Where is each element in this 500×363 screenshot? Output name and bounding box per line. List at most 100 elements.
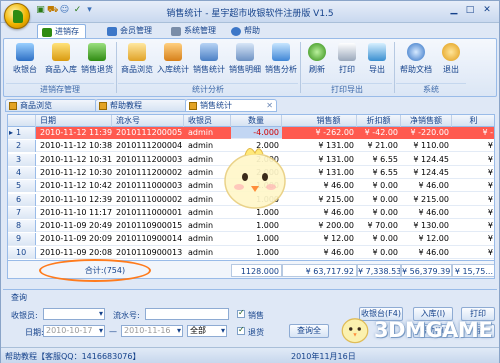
ribbon-label: 销售退货 [81, 65, 113, 74]
sales-stats-button[interactable]: 销售统计 [190, 41, 228, 81]
cell-sales: ¥ 215.00 [318, 194, 354, 204]
calendar-dropdown-icon[interactable]: ▾ [99, 326, 103, 336]
tab-system[interactable]: 系统管理 [167, 24, 222, 39]
app-logo[interactable] [4, 3, 30, 29]
ribbon-label: 商品入库 [45, 65, 77, 74]
cell-sales: ¥ 46.00 [323, 247, 354, 257]
export-button[interactable]: 导出 [362, 41, 392, 81]
table-row[interactable]: 9 2010-11-09 20:09:15 2010110900014 admin 1.… [8, 233, 494, 246]
doc-tab-product-browse[interactable]: 商品浏览 [5, 99, 97, 112]
row-number: 2 [8, 140, 36, 153]
cell-serial: 2010111000002 [116, 194, 183, 204]
ribbon-label: 销售分析 [265, 65, 297, 74]
cell-serial: 2010110900015 [116, 221, 183, 231]
close-icon[interactable]: ✕ [480, 4, 494, 17]
row-number: 1 [8, 127, 36, 139]
cell-profit: ¥ [487, 247, 493, 257]
sales-checkbox[interactable] [237, 308, 245, 318]
help-doc-icon [407, 43, 425, 61]
window-title: 销售统计 - 星宇超市收银软件注册版 V1.5 [166, 9, 334, 19]
cell-net: ¥ 215.00 [413, 194, 449, 204]
export-icon [368, 43, 386, 61]
cell-profit: ¥ [487, 221, 493, 231]
cashier-button[interactable]: 收银台 [6, 41, 44, 81]
row-number: 6 [8, 193, 36, 206]
cashier-select[interactable]: ▾ [43, 308, 105, 320]
refresh-button[interactable]: 刷新 [302, 41, 332, 81]
cell-date: 2010-11-09 20:08:53 [40, 247, 112, 257]
menu-tab-row: 进销存 会员管理 系统管理 帮助 [1, 23, 499, 39]
print-button[interactable]: 打印 [332, 41, 362, 81]
ribbon-label: 帮助文档 [400, 65, 432, 74]
cell-net: ¥ 110.00 [413, 141, 449, 151]
group-label-analysis: 统计分析 [118, 83, 298, 95]
stock-in-icon [52, 43, 70, 61]
cell-serial: 2010111000001 [116, 207, 183, 217]
table-row[interactable]: 8 2010-11-09 20:49:25 2010110900015 admin 1.… [8, 220, 494, 233]
cell-serial: 2010110900014 [116, 234, 183, 244]
return-checkbox[interactable] [237, 325, 245, 335]
query-button[interactable]: 查询全 [289, 324, 329, 338]
doc-tab-sales-stats[interactable]: 销售统计 ✕ [185, 99, 277, 112]
dropdown-arrow-icon: ▾ [98, 309, 103, 318]
cell-serial: 2010111200002 [116, 167, 183, 177]
tab-inventory[interactable]: 进销存 [37, 24, 86, 39]
date-to-input[interactable]: 2010-11-16 ▾ [121, 325, 183, 337]
ribbon-separator [116, 42, 117, 93]
cell-date: 2010-11-10 11:17:33 [40, 207, 112, 217]
close-tab-icon[interactable]: ✕ [266, 100, 273, 112]
table-row[interactable]: 10 2010-11-09 20:08:53 2010110900013 admin 1… [8, 246, 494, 259]
query-section-title: 查询 [11, 293, 27, 302]
product-browse-button[interactable]: 商品浏览 [118, 41, 156, 81]
members-tab-icon [107, 27, 117, 36]
inventory-tab-icon [42, 28, 52, 37]
cell-net: ¥ 124.45 [413, 154, 449, 164]
cell-date: 2010-11-12 11:39:31 [36, 127, 112, 139]
calendar-dropdown-icon[interactable]: ▾ [177, 326, 181, 336]
sales-return-button[interactable]: 销售退货 [78, 41, 116, 81]
group-label-inventory: 进销存管理 [6, 83, 114, 95]
stock-in-stats-button[interactable]: 入库统计 [154, 41, 192, 81]
column-header-sales[interactable]: 销售额 [301, 115, 357, 127]
cell-cashier: admin [188, 221, 214, 231]
column-header-date[interactable]: 日期 [36, 115, 112, 127]
cell-sales: ¥ 12.00 [323, 234, 354, 244]
cell-date: 2010-11-09 20:09:15 [40, 234, 112, 244]
exit-button[interactable]: 退出 [436, 41, 466, 81]
group-label-print-export: 打印导出 [302, 83, 392, 95]
help-doc-button[interactable]: 帮助文档 [396, 41, 436, 81]
tab-members[interactable]: 会员管理 [103, 24, 158, 39]
date-from-input[interactable]: 2010-10-17 ▾ [43, 325, 105, 337]
sales-detail-button[interactable]: 销售明细 [226, 41, 264, 81]
cell-date: 2010-11-12 10:30:44 [40, 167, 112, 177]
sales-analysis-button[interactable]: 销售分析 [262, 41, 300, 81]
stock-in-button[interactable]: 商品入库 [42, 41, 80, 81]
column-header-net[interactable]: 净销售额 [401, 115, 452, 127]
column-header-serial[interactable]: 流水号 [112, 115, 184, 127]
doc-tab-label: 商品浏览 [20, 101, 52, 110]
doc-tab-label: 销售统计 [200, 101, 232, 110]
maximize-icon[interactable]: □ [463, 4, 477, 17]
table-row[interactable]: 12010-11-12 11:39:312010111200005admin -4… [8, 127, 494, 140]
ribbon-label: 销售明细 [229, 65, 261, 74]
row-number: 4 [8, 166, 36, 179]
column-header-discount[interactable]: 折扣额 [357, 115, 401, 127]
sales-checkbox-label: 销售 [248, 311, 264, 320]
row-number: 3 [8, 153, 36, 166]
doc-tab-icon [9, 102, 17, 110]
serial-input[interactable] [145, 308, 229, 320]
cell-net: ¥ 46.00 [418, 207, 449, 217]
range-select[interactable]: 全部 ▾ [187, 325, 227, 337]
row-number: 5 [8, 180, 36, 193]
column-header-cashier[interactable]: 收银员 [184, 115, 231, 127]
tab-help[interactable]: 帮助 [227, 24, 266, 39]
column-header-profit[interactable]: 利 [452, 115, 494, 127]
ribbon-label: 商品浏览 [121, 65, 153, 74]
doc-tab-help-tutorial[interactable]: 帮助教程 [95, 99, 187, 112]
cell-net: ¥ 46.00 [418, 181, 449, 191]
column-header-qty[interactable]: 数量 [231, 115, 282, 127]
watermark-logo-icon [341, 318, 369, 344]
cell-serial: 2010110900013 [116, 247, 183, 257]
cell-profit: ¥ - [452, 127, 494, 139]
minimize-icon[interactable]: ▁ [447, 4, 461, 17]
